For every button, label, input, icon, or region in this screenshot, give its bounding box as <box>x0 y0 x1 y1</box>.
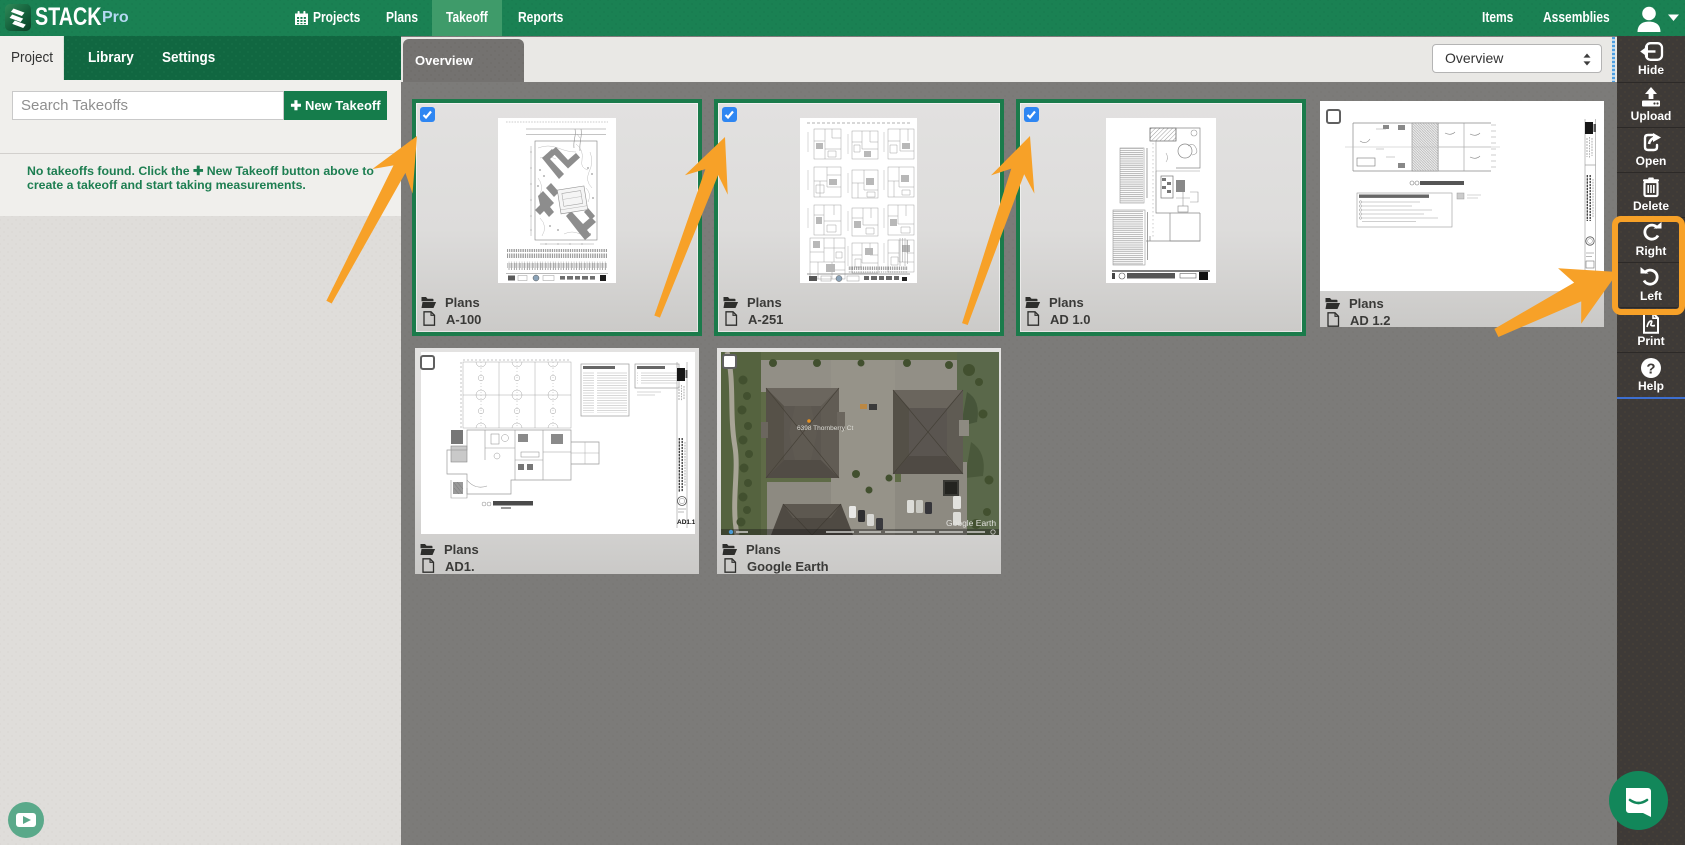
svg-text:AD1.1: AD1.1 <box>677 519 695 526</box>
svg-text:?: ? <box>1646 361 1655 378</box>
svg-text:6398 Thornberry Ct: 6398 Thornberry Ct <box>797 425 853 432</box>
svg-text:Google Earth: Google Earth <box>946 518 996 528</box>
